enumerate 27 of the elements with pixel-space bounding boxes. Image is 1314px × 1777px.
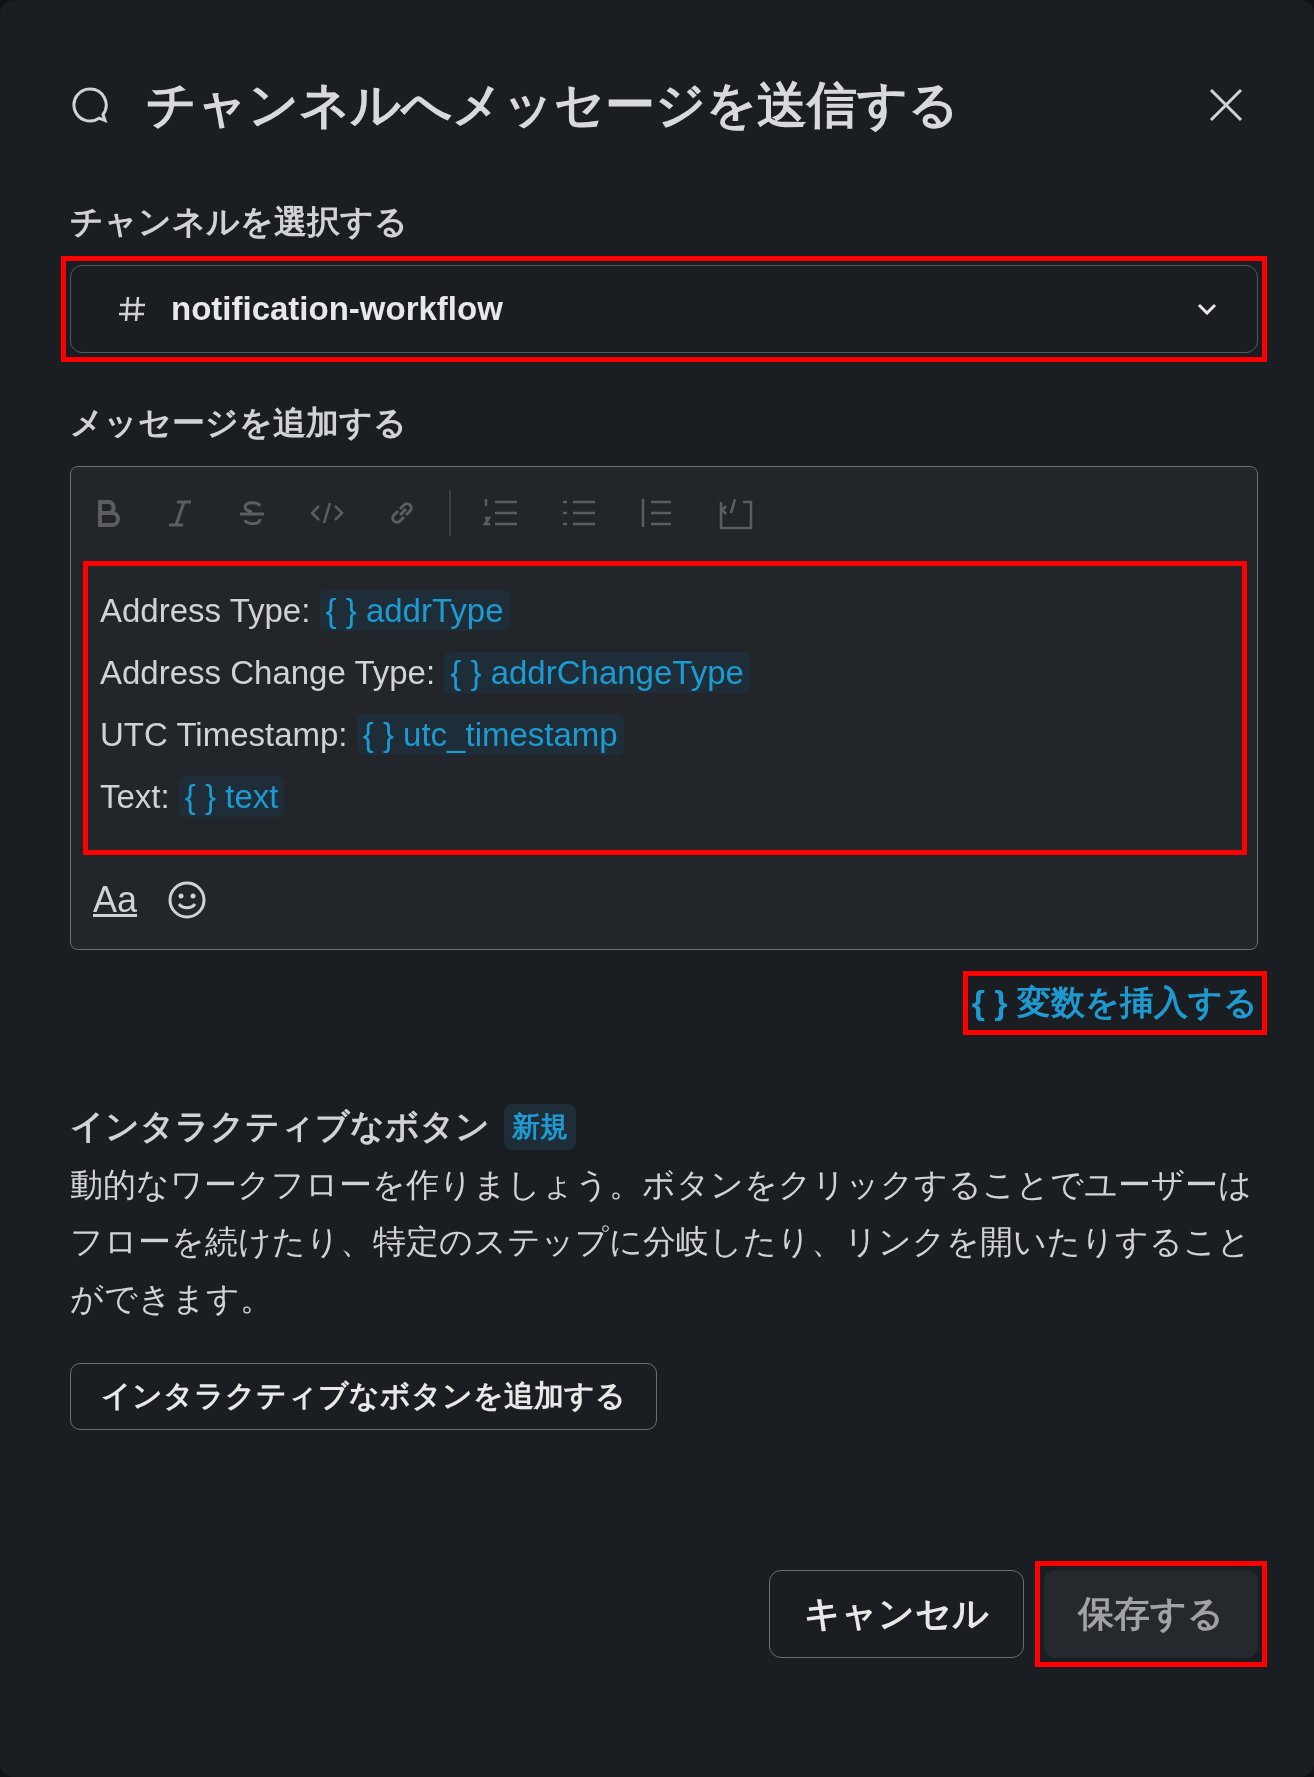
message-editor[interactable]: Address Type: { } addrType Address Change Type: { } addrChangeType UTC Timestamp: { } utc_timestamp Text: { } text Aa bbox=[70, 466, 1258, 950]
close-icon[interactable] bbox=[1208, 87, 1244, 123]
format-button[interactable]: Aa bbox=[93, 879, 138, 921]
dialog-title: チャンネルへメッセージを送信する bbox=[146, 75, 960, 135]
section-heading: インタラクティブなボタン bbox=[70, 1106, 490, 1147]
message-line: Address Change Type: { } addrChangeType bbox=[100, 642, 1232, 704]
code-block-icon[interactable] bbox=[717, 496, 755, 530]
add-button[interactable]: インタラクティブなボタンを追加する bbox=[70, 1363, 657, 1430]
message-line: Address Type: { } addrType bbox=[100, 580, 1232, 642]
emoji-icon[interactable] bbox=[167, 880, 208, 920]
cancel-button[interactable]: キャンセル bbox=[769, 1570, 1024, 1658]
message-line: UTC Timestamp: { } utc_timestamp bbox=[100, 704, 1232, 766]
hash-icon bbox=[117, 294, 147, 324]
field-label: メッセージを追加する bbox=[70, 403, 408, 443]
strikethrough-icon[interactable] bbox=[237, 498, 267, 528]
variable-chip[interactable]: { } utc_timestamp bbox=[356, 714, 624, 755]
chat-bubble-icon bbox=[70, 85, 110, 125]
insert-variable-link[interactable]: { } 変数を挿入する bbox=[971, 983, 1258, 1021]
message-line: Text: { } text bbox=[100, 766, 1232, 828]
channel-select[interactable]: notification-workflow bbox=[70, 265, 1258, 353]
variable-chip[interactable]: { } addrType bbox=[319, 590, 510, 631]
description: 動的なワークフローを作りましょう。ボタンをクリックすることでユーザーはフローを続けたり、特定のステップに分岐したり、リンクを開いたりすることができます。 bbox=[70, 1165, 1253, 1319]
variable-chip[interactable]: { } addrChangeType bbox=[444, 652, 750, 693]
variable-chip[interactable]: { } text bbox=[178, 776, 285, 817]
new-badge: 新規 bbox=[504, 1104, 576, 1150]
chevron-down-icon bbox=[1197, 303, 1217, 315]
field-label: チャンネルを選択する bbox=[70, 202, 409, 242]
